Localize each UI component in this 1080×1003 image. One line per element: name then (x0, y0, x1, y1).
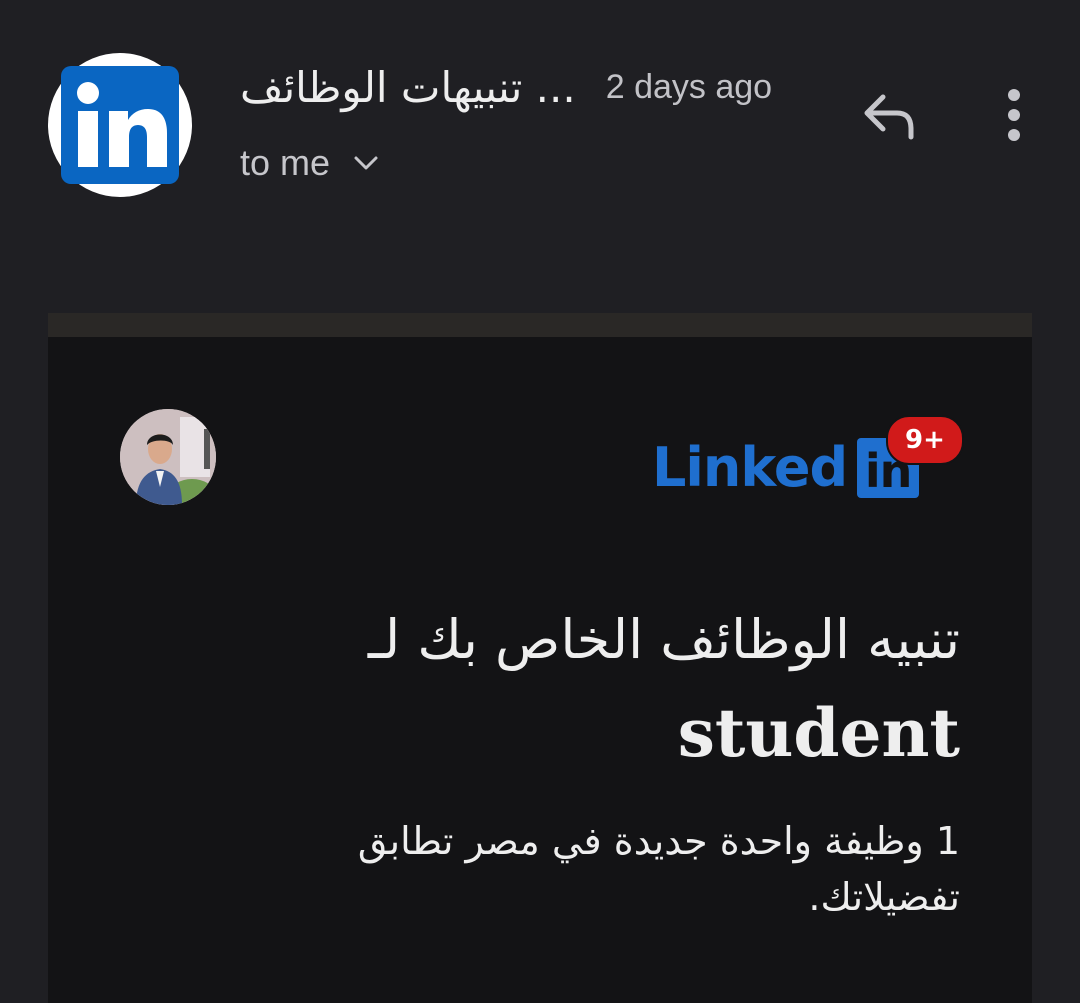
more-options-button[interactable] (988, 80, 1040, 150)
linkedin-logo-icon (61, 66, 179, 184)
linkedin-brand-logo[interactable]: Linked in (652, 433, 920, 503)
sender-name[interactable]: تنبيهات الوظائف ... (240, 63, 576, 112)
alert-summary: 1 وظيفة واحدة جديدة في مصر تطابق تفضيلات… (357, 819, 960, 919)
sender-row: تنبيهات الوظائف ... 2 days ago (240, 58, 772, 116)
brand-word: Linked (652, 436, 848, 499)
reply-icon (864, 94, 914, 140)
recipient-label: to me (240, 142, 331, 183)
reply-button[interactable] (852, 80, 926, 150)
email-view: تنبيهات الوظائف ... 2 days ago to me Lin… (0, 0, 1080, 1003)
email-body-top-strip (48, 313, 1032, 337)
recipient-details-toggle[interactable]: to me (240, 138, 380, 188)
profile-photo-image (120, 409, 216, 505)
notification-badge: 9+ (886, 415, 964, 465)
alert-heading: تنبيه الوظائف الخاص بك لـ (367, 608, 960, 671)
more-vert-icon (1008, 89, 1020, 141)
email-body: Linked in 9+ تنبيه الوظائف الخاص بك لـ s… (48, 313, 1032, 1003)
profile-photo[interactable] (120, 409, 216, 505)
timestamp: 2 days ago (605, 67, 773, 106)
sender-avatar[interactable] (48, 53, 192, 197)
alert-keyword: student (677, 694, 960, 772)
chevron-down-icon (354, 156, 378, 170)
